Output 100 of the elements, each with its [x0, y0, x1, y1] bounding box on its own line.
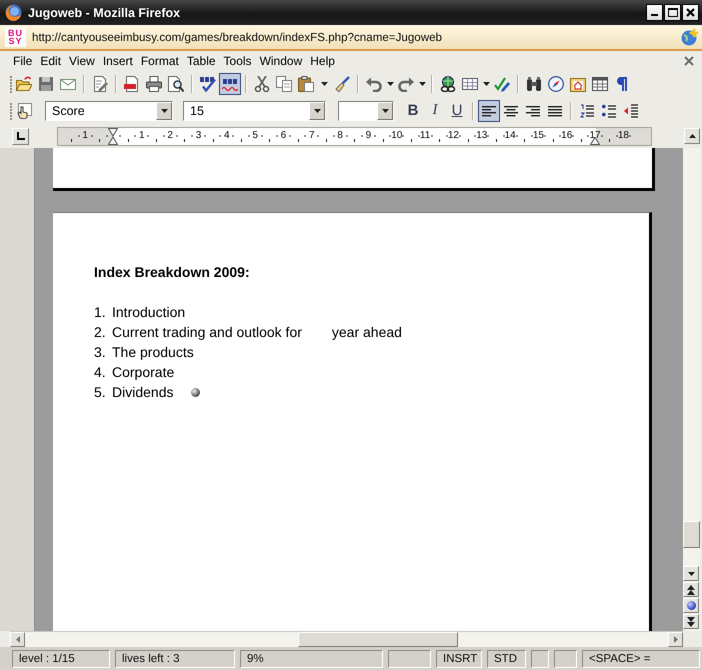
envelope-icon[interactable]	[60, 76, 76, 92]
menu-item[interactable]: Table	[182, 53, 220, 69]
italic-button[interactable]: I	[424, 100, 446, 122]
scroll-left-button[interactable]	[10, 632, 25, 647]
ruler-number: 18	[618, 130, 629, 140]
list-number: 4.	[94, 364, 107, 380]
sphere-icon[interactable]	[686, 601, 696, 610]
dropdown[interactable]: 15	[183, 100, 326, 120]
caret-icon[interactable]	[418, 82, 426, 86]
menu-item[interactable]: File	[9, 53, 36, 69]
folder-icon[interactable]	[16, 76, 32, 92]
dropdown-button[interactable]	[309, 102, 325, 120]
list-item-text: The products	[112, 344, 194, 360]
arrow-right-icon[interactable]	[674, 636, 678, 643]
gallery-icon[interactable]	[570, 76, 586, 92]
paintbrush-icon[interactable]	[334, 76, 350, 92]
ruler-number: 1	[82, 130, 88, 140]
ruler-number: 17	[590, 130, 601, 140]
maximize-icon[interactable]	[668, 8, 678, 17]
scrollbar-thumb[interactable]	[298, 632, 458, 647]
ruler-number: 4	[224, 130, 230, 140]
document-heading: Index Breakdown 2009:	[94, 263, 250, 282]
dropdown[interactable]	[338, 100, 394, 120]
compass-icon[interactable]	[548, 76, 564, 92]
minimize-button[interactable]	[646, 4, 663, 21]
menu-item[interactable]: Tools	[220, 53, 256, 69]
printer-icon[interactable]	[146, 76, 162, 92]
align-left-icon[interactable]	[482, 104, 496, 116]
caret-icon[interactable]	[482, 82, 490, 86]
window-title: Jugoweb - Mozilla Firefox	[28, 6, 182, 20]
scissors-icon[interactable]	[254, 76, 270, 92]
dropdown-button[interactable]	[377, 102, 393, 120]
ruler-number: 12	[448, 130, 459, 140]
pilcrow-icon[interactable]	[616, 76, 628, 92]
close-button[interactable]	[682, 4, 699, 21]
decrease-indent-icon[interactable]	[624, 104, 638, 118]
menu-item[interactable]: Edit	[36, 53, 66, 69]
pdf-document-icon[interactable]	[124, 76, 140, 92]
scroll-down-button[interactable]	[683, 566, 699, 581]
data-table-icon[interactable]	[592, 76, 608, 92]
arrow-down-icon[interactable]	[688, 572, 694, 576]
table-icon[interactable]	[462, 76, 478, 92]
dropdown[interactable]: Score	[45, 100, 173, 120]
clipboard-icon[interactable]	[298, 76, 314, 92]
arrow-up-icon[interactable]	[688, 134, 696, 138]
binoculars-icon[interactable]	[526, 76, 542, 92]
url-text[interactable]: http://cantyouseeimbusy.com/games/breakdown/indexFS.php?cname=Jugoweb	[32, 30, 681, 44]
caret-icon[interactable]	[386, 82, 394, 86]
menu-item[interactable]: Window	[256, 53, 306, 69]
undo-icon[interactable]	[366, 76, 382, 92]
underline-button[interactable]: U	[446, 100, 468, 122]
ruler-number: 16	[561, 130, 572, 140]
align-justify-icon[interactable]	[548, 104, 562, 116]
copy-icon[interactable]	[276, 76, 292, 92]
double-arrow-up-icon[interactable]	[687, 584, 695, 594]
next-page-button[interactable]	[683, 614, 699, 629]
menu-item[interactable]: Insert	[98, 53, 137, 69]
status-cell: <SPACE> =	[582, 650, 700, 668]
spellcheck-icon[interactable]	[200, 76, 216, 92]
align-left-button[interactable]	[478, 100, 500, 122]
list-item-text: Dividends	[112, 384, 174, 400]
numbered-list-icon[interactable]	[580, 104, 594, 118]
align-center-icon[interactable]	[504, 104, 518, 116]
dropdown-button[interactable]	[156, 102, 172, 120]
ruler-number: 2	[167, 130, 173, 140]
bold-button[interactable]: B	[402, 100, 424, 122]
tab-stop-icon[interactable]	[16, 132, 24, 140]
double-arrow-down-icon[interactable]	[687, 616, 695, 626]
menu-item[interactable]: Format	[136, 53, 183, 69]
previous-page-button[interactable]	[683, 582, 699, 597]
bulleted-list-icon[interactable]	[602, 104, 616, 118]
indent-marker-icon[interactable]	[108, 128, 118, 144]
arrow-left-icon[interactable]	[16, 636, 20, 643]
scroll-up-button[interactable]	[684, 128, 700, 144]
redo-icon[interactable]	[398, 76, 414, 92]
ruler-number: 15	[532, 130, 544, 140]
caret-icon[interactable]	[160, 108, 168, 112]
scrollbar-thumb[interactable]	[683, 521, 700, 548]
align-right-icon[interactable]	[526, 104, 540, 116]
indent-marker-icon[interactable]	[590, 136, 600, 144]
site-logo: BU SY	[5, 28, 26, 46]
menu-item[interactable]: Help	[306, 53, 339, 69]
caret-icon[interactable]	[382, 108, 388, 112]
close-icon[interactable]	[686, 8, 695, 17]
globe-chain-icon[interactable]	[440, 76, 456, 92]
scroll-right-button[interactable]	[668, 632, 683, 647]
check-pen-icon[interactable]	[494, 76, 510, 92]
pointer-hand-icon[interactable]	[16, 102, 32, 118]
page-magnifier-icon[interactable]	[168, 76, 184, 92]
caret-icon[interactable]	[314, 108, 320, 112]
edit-document-icon[interactable]	[92, 76, 108, 92]
caret-icon[interactable]	[320, 82, 328, 86]
menu-item[interactable]: View	[65, 53, 99, 69]
list-number: 5.	[94, 384, 107, 400]
navigation-button[interactable]	[683, 598, 699, 613]
globe-plus-icon[interactable]	[681, 28, 698, 46]
tab-stop-button[interactable]	[12, 128, 29, 144]
maximize-button[interactable]	[664, 4, 681, 21]
status-cell	[531, 650, 549, 668]
status-cell	[388, 650, 431, 668]
